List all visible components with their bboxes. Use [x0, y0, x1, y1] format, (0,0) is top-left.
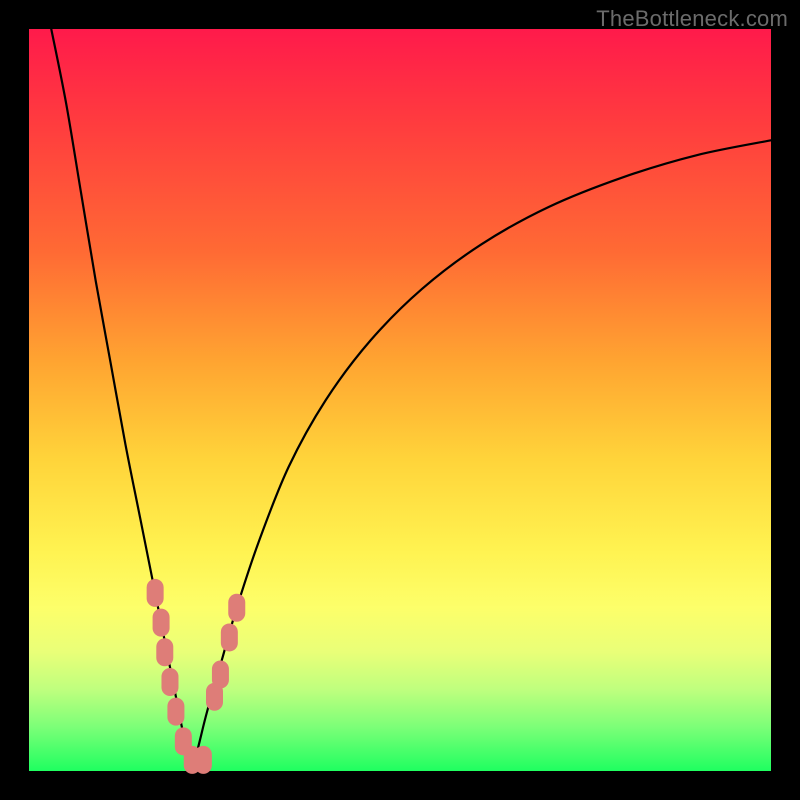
plot-area: [29, 29, 771, 771]
data-marker: [153, 609, 170, 637]
bottleneck-curve-right: [192, 140, 771, 771]
chart-frame: TheBottleneck.com: [0, 0, 800, 800]
data-marker: [147, 579, 164, 607]
data-marker: [161, 668, 178, 696]
data-marker: [156, 638, 173, 666]
data-marker: [195, 746, 212, 774]
data-marker: [167, 698, 184, 726]
data-marker: [228, 594, 245, 622]
data-marker: [212, 661, 229, 689]
data-marker: [221, 623, 238, 651]
curve-layer: [29, 29, 771, 771]
marker-group: [147, 579, 246, 774]
